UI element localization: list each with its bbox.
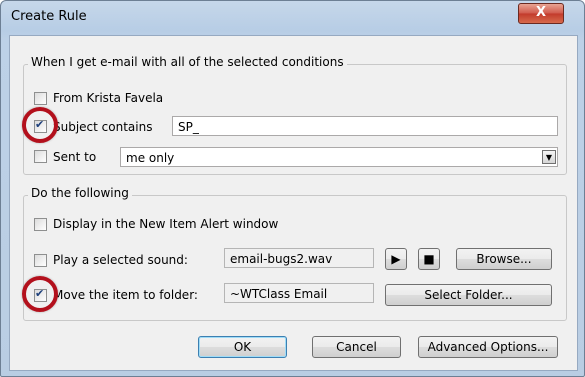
advanced-options-button[interactable]: Advanced Options... xyxy=(418,336,558,358)
actions-heading: Do the following xyxy=(28,186,132,200)
sent-to-value: me only xyxy=(126,151,175,165)
stop-sound-button[interactable]: ■ xyxy=(418,248,440,270)
display-alert-checkbox[interactable] xyxy=(34,218,47,231)
annotation-circle-subject xyxy=(22,107,58,143)
title-bar[interactable]: Create Rule X xyxy=(1,1,584,35)
from-label: From Krista Favela xyxy=(53,91,164,105)
play-icon: ▶ xyxy=(391,252,401,266)
play-sound-checkbox[interactable] xyxy=(34,254,47,267)
dialog-body: When I get e-mail with all of the select… xyxy=(9,35,578,371)
sent-to-checkbox[interactable] xyxy=(34,150,47,163)
close-icon: X xyxy=(535,5,547,20)
ok-button[interactable]: OK xyxy=(198,336,287,358)
close-button[interactable]: X xyxy=(518,3,564,24)
subject-label: Subject contains xyxy=(53,120,153,134)
conditions-heading: When I get e-mail with all of the select… xyxy=(28,55,347,69)
sent-to-label: Sent to xyxy=(53,150,97,164)
display-alert-label: Display in the New Item Alert window xyxy=(53,217,279,231)
folder-field: ~WTClass Email xyxy=(224,283,374,303)
browse-button[interactable]: Browse... xyxy=(456,248,552,270)
sent-to-select[interactable]: me only xyxy=(120,147,558,167)
move-folder-label: Move the item to folder: xyxy=(53,288,198,302)
dialog-title: Create Rule xyxy=(11,9,87,24)
create-rule-dialog: Create Rule X When I get e-mail with all… xyxy=(0,0,585,377)
sound-file-field: email-bugs2.wav xyxy=(224,248,374,268)
from-checkbox[interactable] xyxy=(34,92,47,105)
play-sound-label: Play a selected sound: xyxy=(53,253,188,267)
cancel-button[interactable]: Cancel xyxy=(312,336,401,358)
select-folder-button[interactable]: Select Folder... xyxy=(385,284,552,306)
annotation-circle-move-folder xyxy=(22,276,58,312)
subject-input[interactable]: SP_ xyxy=(172,116,558,136)
sent-to-dropdown-button[interactable]: ▼ xyxy=(542,150,556,164)
play-sound-button[interactable]: ▶ xyxy=(385,248,407,270)
chevron-down-icon: ▼ xyxy=(545,153,553,162)
stop-icon: ■ xyxy=(423,252,435,266)
